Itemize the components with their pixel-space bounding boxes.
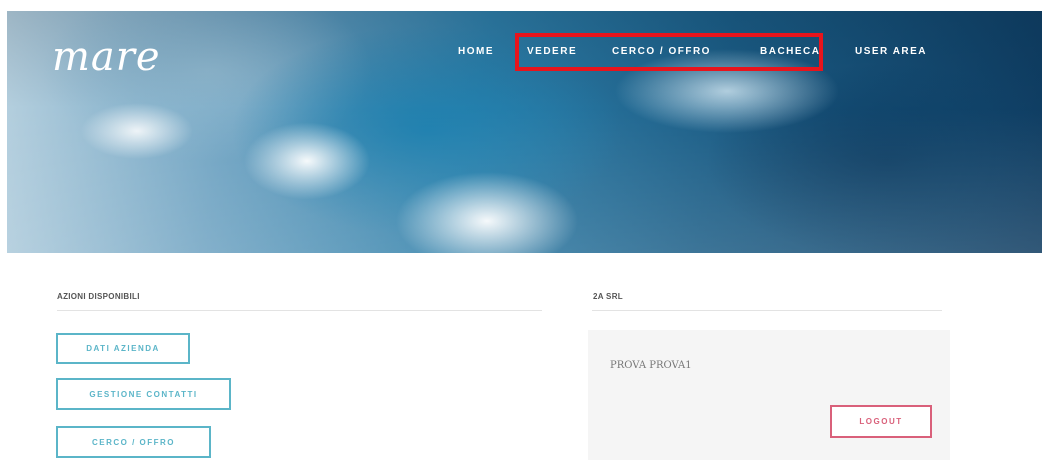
cerco-offro-button[interactable]: CERCO / OFFRO [56,426,211,458]
actions-section-title: AZIONI DISPONIBILI [57,292,140,301]
dati-azienda-button[interactable]: DATI AZIENDA [56,333,190,364]
company-section-title: 2A SRL [593,292,623,301]
nav-item-user-area[interactable]: USER AREA [855,46,927,57]
gestione-contatti-button[interactable]: GESTIONE CONTATTI [56,378,231,410]
company-user-name: PROVA PROVA1 [610,360,692,371]
logout-button[interactable]: LOGOUT [830,405,932,438]
company-divider [592,310,942,311]
site-logo[interactable]: mare [52,34,161,80]
nav-item-home[interactable]: HOME [458,46,494,57]
nav-highlight-box [515,33,823,71]
company-panel: PROVA PROVA1 LOGOUT [588,330,950,460]
actions-divider [57,310,542,311]
